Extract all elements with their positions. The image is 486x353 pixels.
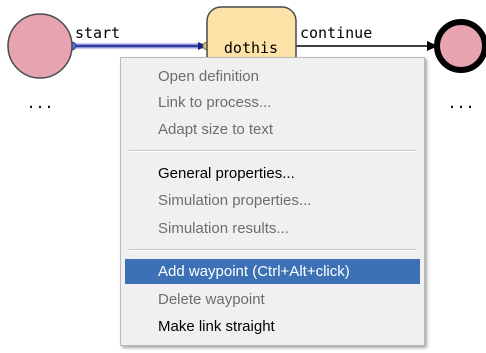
context-menu: Open definition Link to process... Adapt… (120, 57, 425, 346)
link-start-label: start (75, 24, 120, 42)
menu-item-make-link-straight[interactable]: Make link straight (125, 314, 420, 339)
menu-item-general-properties[interactable]: General properties... (125, 161, 420, 186)
menu-item-simulation-results[interactable]: Simulation results... (125, 216, 420, 241)
menu-separator (129, 249, 416, 251)
menu-item-link-to-process[interactable]: Link to process... (125, 90, 420, 115)
link-continue-label: continue (300, 24, 372, 42)
end-state-ellipsis: ... (447, 94, 474, 112)
start-state-ellipsis: ... (26, 94, 53, 112)
start-state-node[interactable] (7, 13, 73, 79)
end-state-node[interactable] (434, 19, 486, 73)
menu-item-open-definition[interactable]: Open definition (125, 64, 420, 89)
menu-item-adapt-size-to-text[interactable]: Adapt size to text (125, 117, 420, 142)
menu-item-delete-waypoint[interactable]: Delete waypoint (125, 287, 420, 312)
task-label: dothis (224, 39, 278, 57)
menu-item-add-waypoint[interactable]: Add waypoint (Ctrl+Alt+click) (125, 259, 420, 284)
menu-separator (129, 150, 416, 152)
menu-item-simulation-properties[interactable]: Simulation properties... (125, 188, 420, 213)
